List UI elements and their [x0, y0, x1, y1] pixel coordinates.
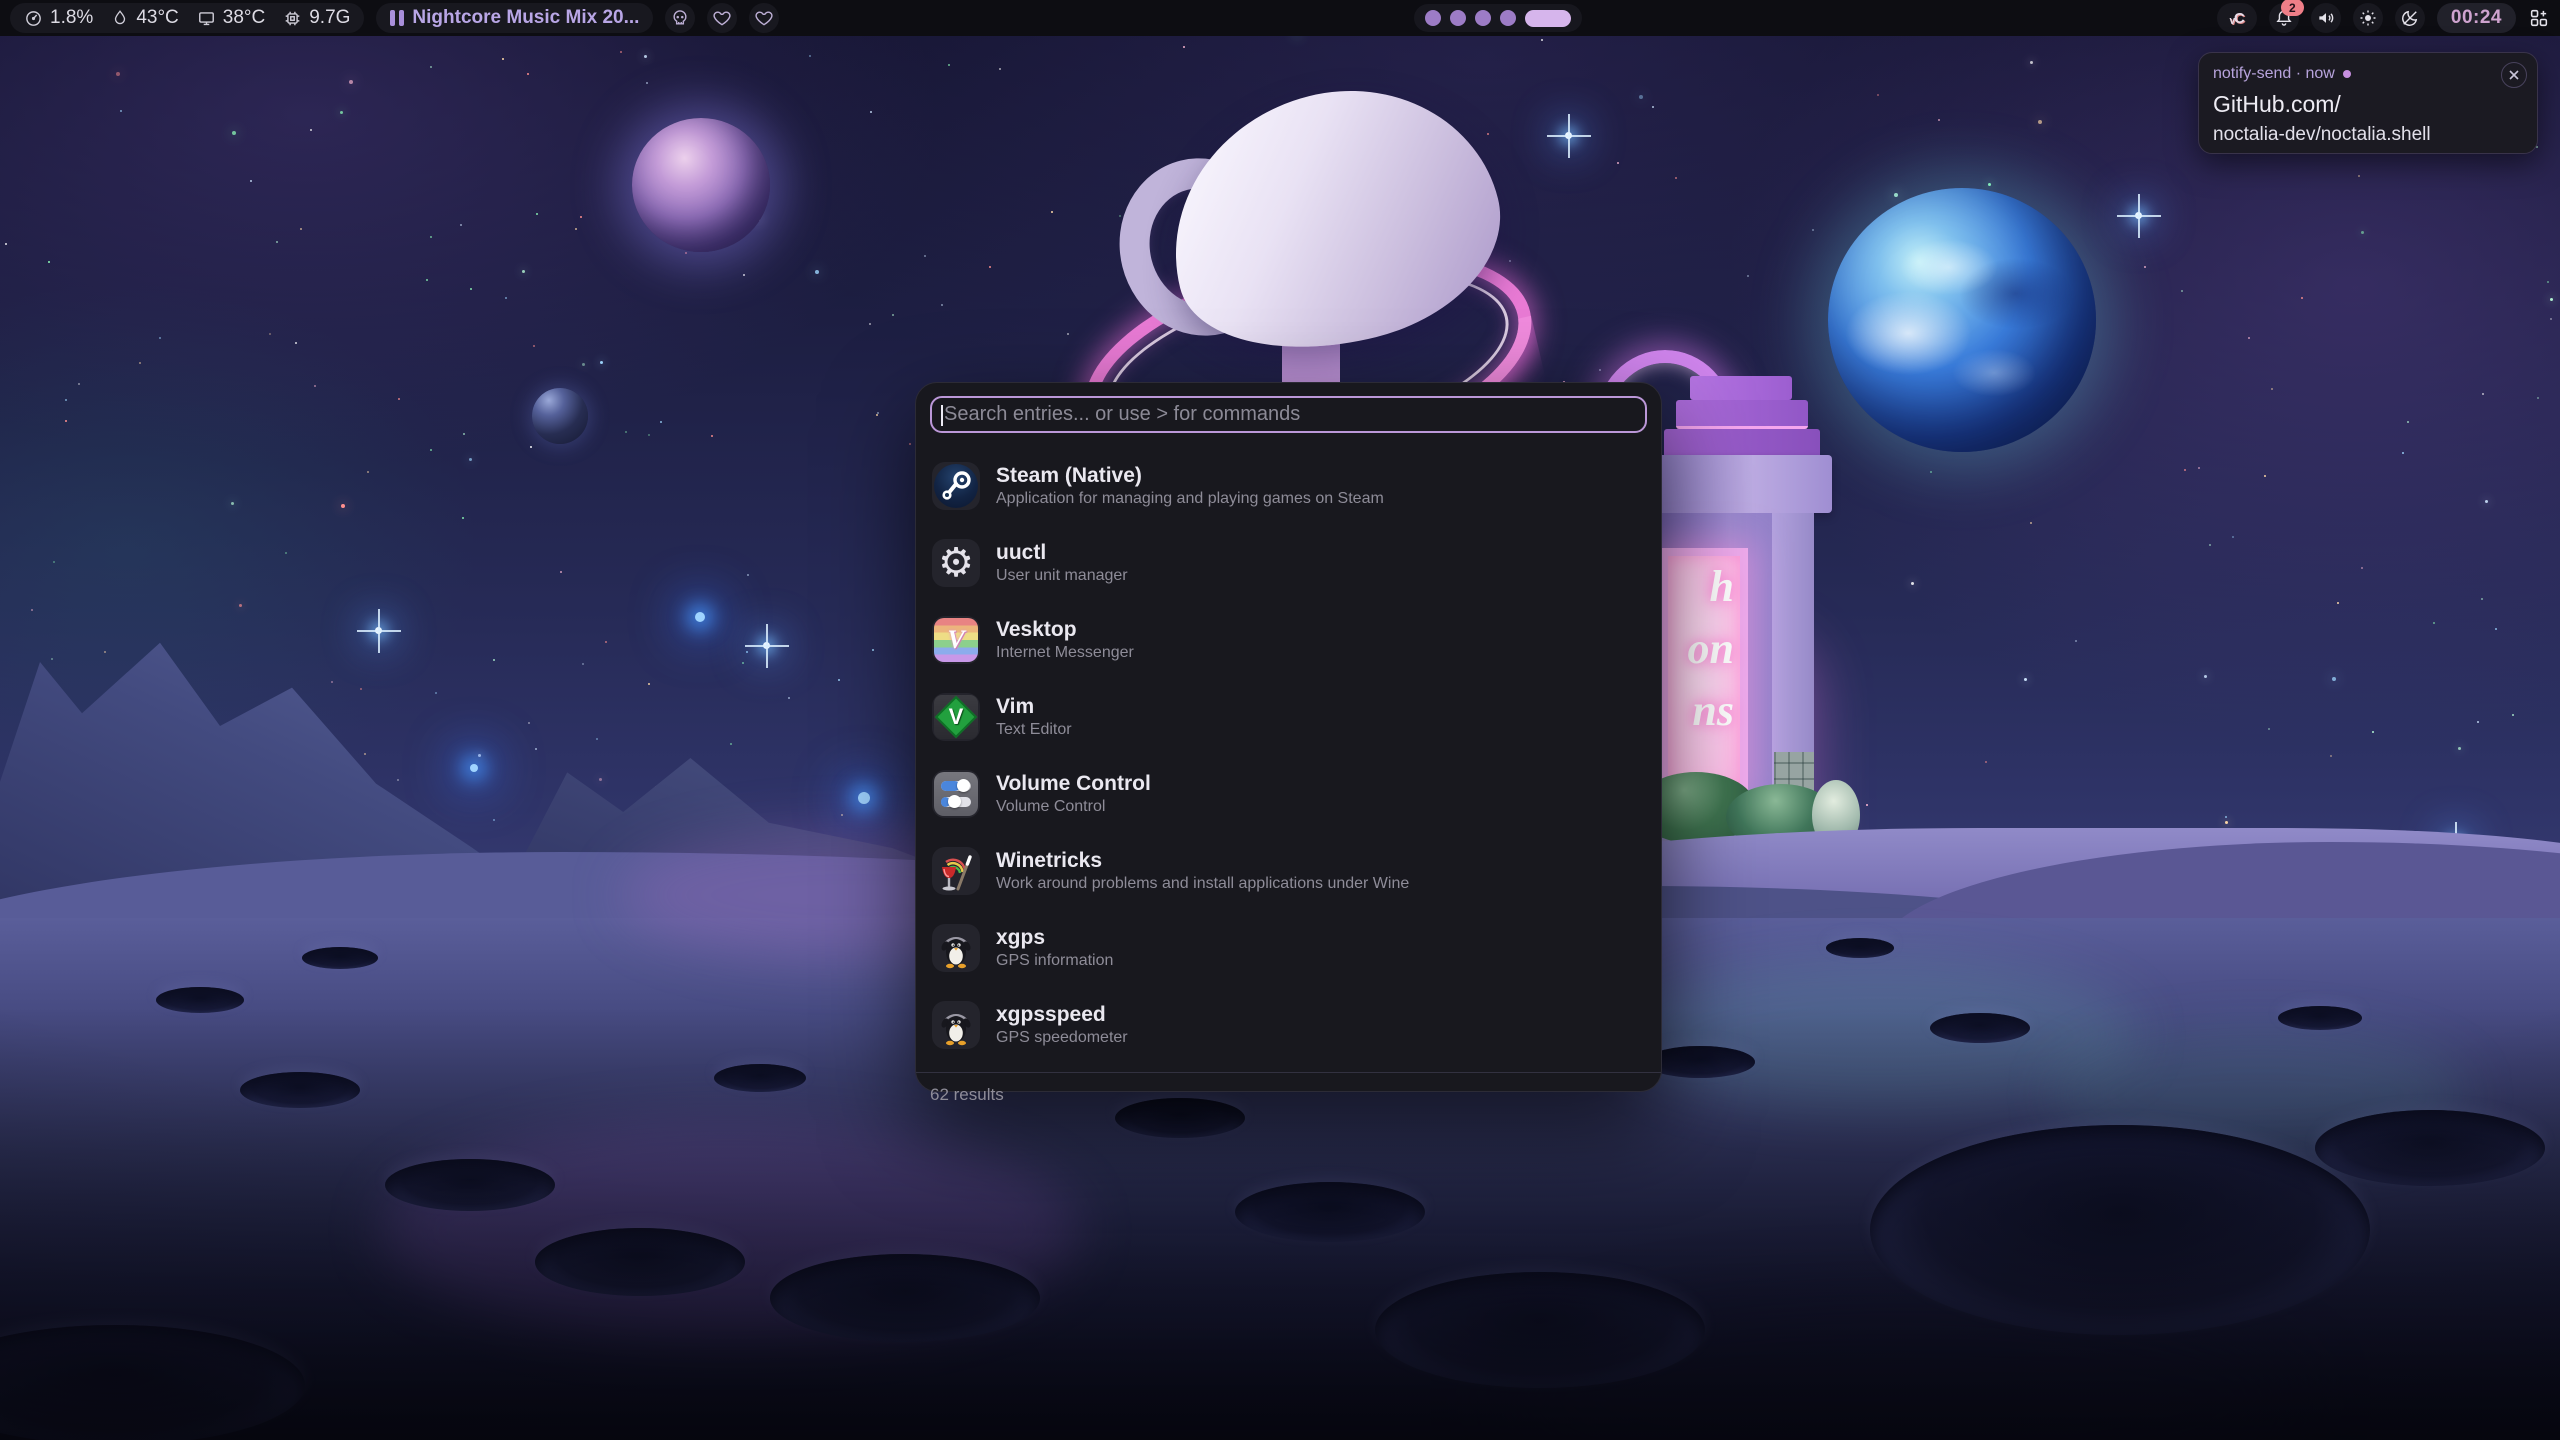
list-item[interactable]: xgpsspeed GPS speedometer	[930, 986, 1647, 1063]
volume-button[interactable]	[2311, 3, 2341, 33]
tray-vesktop-icon[interactable]: ᵥC	[2217, 3, 2257, 33]
list-item[interactable]: xgps GPS information	[930, 909, 1647, 986]
list-item[interactable]: Volume Control Volume Control	[930, 755, 1647, 832]
heart-button-1[interactable]	[707, 3, 737, 33]
app-description: Internet Messenger	[996, 643, 1134, 663]
top-bar: 1.8% 43°C 38°C 9.7G Nightcore Music Mix 20.…	[0, 0, 2560, 36]
winetricks-app-icon	[932, 847, 980, 895]
notification-badge: 2	[2281, 0, 2304, 16]
stat-value: 9.7G	[309, 7, 350, 29]
desktop: h on ns 1.8%43°C38°C9.7G	[0, 0, 2560, 1440]
penguin-app-icon	[932, 924, 980, 972]
notification-header: notify-send · now	[2213, 65, 2523, 83]
media-title: Nightcore Music Mix 20...	[412, 7, 639, 29]
skull-icon	[670, 8, 690, 28]
app-description: Volume Control	[996, 797, 1151, 817]
app-title: Volume Control	[996, 770, 1151, 797]
text-caret	[941, 405, 943, 426]
search-input[interactable]	[932, 403, 1645, 426]
stat-gauge: 1.8%	[24, 7, 93, 29]
workspace-dot-4[interactable]	[1500, 10, 1516, 26]
footer-divider	[916, 1072, 1661, 1073]
stat-chip: 9.7G	[283, 7, 350, 29]
search-box	[930, 396, 1647, 433]
clock[interactable]: 00:24	[2437, 3, 2516, 33]
app-title: Steam (Native)	[996, 462, 1384, 489]
app-title: Vim	[996, 693, 1072, 720]
temperature-icon	[111, 9, 129, 27]
workspace-dot-2[interactable]	[1450, 10, 1466, 26]
results-count: 62 results	[930, 1085, 1647, 1105]
app-dashboard-button[interactable]	[2528, 7, 2550, 29]
notification-card: notify-send · now GitHub.com/ noctalia-d…	[2198, 52, 2538, 154]
bar-right: ᵥC 2	[2217, 3, 2550, 33]
results-list: Steam (Native) Application for managing …	[930, 447, 1647, 1063]
workspace-indicator[interactable]	[1414, 4, 1582, 32]
gauge-icon	[24, 9, 43, 28]
stat-temperature: 43°C	[111, 7, 178, 29]
workspace-dot-3[interactable]	[1475, 10, 1491, 26]
steam-app-icon	[932, 462, 980, 510]
notification-body: noctalia-dev/noctalia.shell	[2213, 124, 2523, 146]
app-launcher: Steam (Native) Application for managing …	[915, 382, 1662, 1092]
volume-app-icon	[932, 770, 980, 818]
app-description: Application for managing and playing gam…	[996, 489, 1384, 509]
app-description: GPS speedometer	[996, 1028, 1128, 1048]
workspace-dot-1[interactable]	[1425, 10, 1441, 26]
app-title: uuctl	[996, 539, 1128, 566]
notifications-button[interactable]: 2	[2269, 3, 2299, 33]
skull-button[interactable]	[665, 3, 695, 33]
notification-title: GitHub.com/	[2213, 91, 2523, 118]
heart-button-2[interactable]	[749, 3, 779, 33]
moon-slash-icon	[2400, 8, 2420, 28]
app-description: GPS information	[996, 951, 1113, 971]
chip-icon	[283, 9, 302, 28]
list-item[interactable]: V Vesktop Internet Messenger	[930, 601, 1647, 678]
unread-dot	[2343, 70, 2351, 78]
system-monitor-widget[interactable]: 1.8% 43°C 38°C 9.7G	[10, 3, 364, 33]
heart-icon	[712, 8, 732, 28]
speaker-icon	[2316, 8, 2336, 28]
app-title: xgps	[996, 924, 1113, 951]
list-item[interactable]: ⚙ uuctl User unit manager	[930, 524, 1647, 601]
stat-value: 1.8%	[50, 7, 93, 29]
list-item[interactable]: Steam (Native) Application for managing …	[930, 447, 1647, 524]
app-description: Work around problems and install applica…	[996, 874, 1409, 894]
workspace-dot-5[interactable]	[1525, 10, 1571, 27]
bar-left: 1.8% 43°C 38°C 9.7G Nightcore Music Mix 20.…	[10, 3, 779, 33]
pause-icon	[390, 10, 404, 26]
grid-plus-icon	[2528, 7, 2550, 29]
app-title: xgpsspeed	[996, 1001, 1128, 1028]
gear-app-icon: ⚙	[932, 539, 980, 587]
app-title: Vesktop	[996, 616, 1134, 643]
stat-value: 43°C	[136, 7, 178, 29]
heart-icon	[754, 8, 774, 28]
app-description: Text Editor	[996, 720, 1072, 740]
list-item[interactable]: Winetricks Work around problems and inst…	[930, 832, 1647, 909]
list-item[interactable]: V Vim Text Editor	[930, 678, 1647, 755]
vesktop-app-icon: V	[932, 616, 980, 664]
stat-value: 38°C	[223, 7, 265, 29]
sun-icon	[2358, 8, 2378, 28]
media-player-widget[interactable]: Nightcore Music Mix 20...	[376, 3, 653, 33]
app-description: User unit manager	[996, 566, 1128, 586]
vim-app-icon: V	[932, 693, 980, 741]
notification-close-button[interactable]	[2501, 62, 2527, 88]
penguin-app-icon	[932, 1001, 980, 1049]
stat-display: 38°C	[197, 7, 265, 29]
night-mode-button[interactable]	[2395, 3, 2425, 33]
close-icon	[2508, 69, 2520, 81]
display-icon	[197, 9, 216, 28]
app-title: Winetricks	[996, 847, 1409, 874]
brightness-button[interactable]	[2353, 3, 2383, 33]
notification-source: notify-send · now	[2213, 65, 2335, 83]
